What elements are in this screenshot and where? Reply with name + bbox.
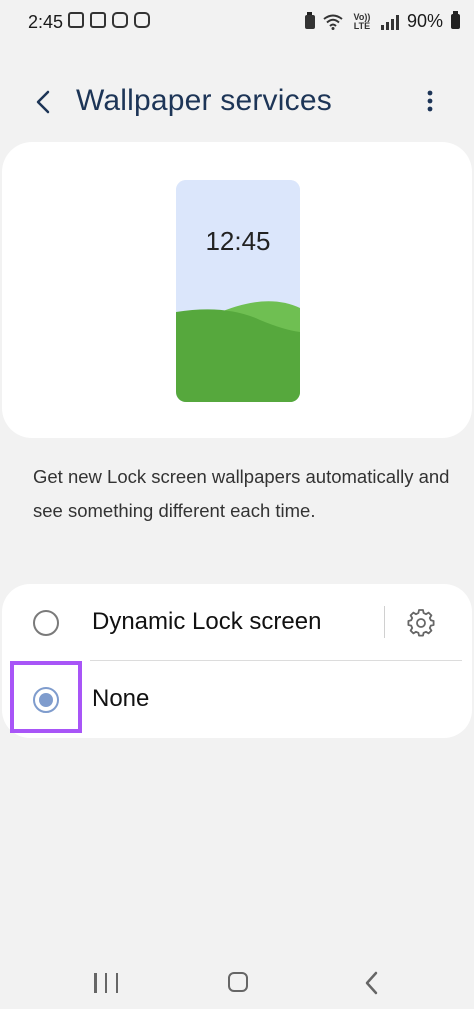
vertical-divider: [384, 606, 385, 638]
recent-apps-icon: [94, 973, 97, 993]
landscape-wallpaper-image: [176, 180, 300, 402]
lock-screen-preview-card: 12:45: [2, 142, 472, 438]
battery-percent: 90%: [406, 11, 443, 31]
volte-indicator: Vo)) LTE: [353, 11, 371, 31]
option-dynamic-lock-screen[interactable]: Dynamic Lock screen: [2, 584, 472, 661]
description-text: Get new Lock screen wallpapers automatic…: [33, 466, 450, 521]
navigation-bar: [0, 955, 474, 1009]
nav-back-button[interactable]: [362, 969, 382, 997]
more-options-button[interactable]: [416, 84, 444, 120]
status-right-group: Vo)) LTE 90%: [304, 11, 460, 32]
dynamic-lock-screen-settings-button[interactable]: [406, 608, 436, 638]
option-label: None: [92, 685, 150, 712]
instagram-icon: [134, 12, 150, 28]
back-icon: [365, 971, 378, 995]
chevron-left-icon: [36, 90, 50, 114]
lock-screen-preview: 12:45: [176, 180, 300, 402]
back-button[interactable]: [26, 84, 62, 120]
preview-clock: 12:45: [205, 226, 271, 256]
battery-icon: [451, 11, 460, 29]
battery-saver-icon: [304, 11, 315, 29]
notification-icons: [68, 12, 150, 28]
page-title: Wallpaper services: [76, 84, 332, 117]
gear-icon: [407, 609, 435, 637]
more-vertical-icon: [427, 90, 433, 112]
highlight-box: [10, 661, 82, 733]
home-button[interactable]: [228, 972, 248, 992]
voicemail-icon: [90, 12, 106, 28]
wifi-icon: [323, 14, 343, 30]
app-header: Wallpaper services: [0, 70, 474, 134]
radio-dynamic-lock-screen[interactable]: [33, 610, 59, 636]
instagram-icon: [112, 12, 128, 28]
status-time: 2:45: [28, 12, 64, 32]
option-label: Dynamic Lock screen: [92, 608, 322, 635]
gallery-icon: [68, 12, 84, 28]
status-bar: 2:45 Vo)) LTE 90%: [0, 0, 474, 44]
signal-icon: [380, 14, 399, 30]
recent-apps-button[interactable]: [94, 973, 118, 995]
